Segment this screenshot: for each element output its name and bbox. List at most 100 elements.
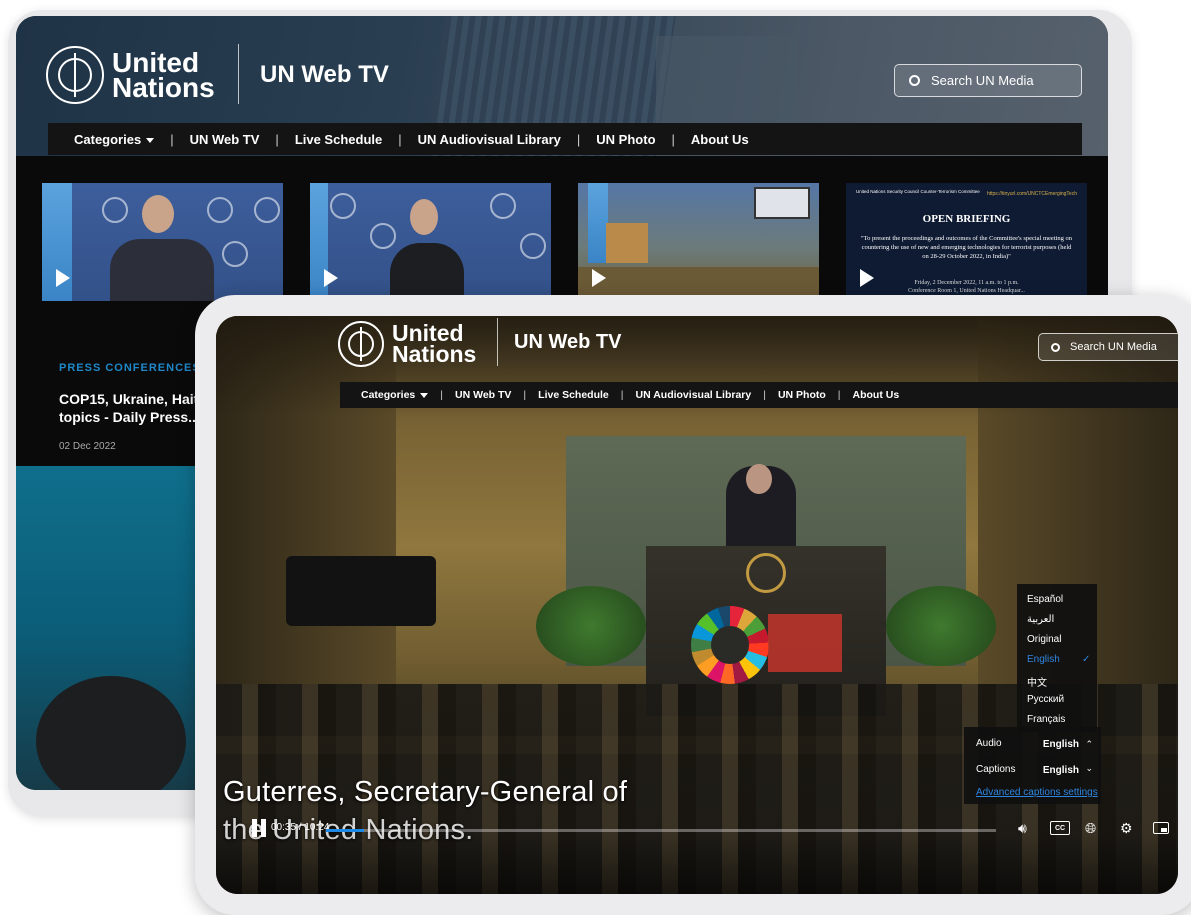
nav-separator: | [440,389,444,401]
settings-icon[interactable]: ⚙ [1120,820,1133,836]
nav-item-un-web-tv[interactable]: UN Web TV [190,132,260,147]
search-placeholder: Search UN Media [1070,341,1157,353]
card-category[interactable]: PRESS CONFERENCES [59,362,201,374]
video-thumbnail[interactable] [578,183,819,301]
captions-select[interactable]: English [1043,765,1079,776]
pause-button[interactable] [252,819,268,837]
briefing-text: "To present the proceedings and outcomes… [860,235,1073,260]
main-nav: Categories | UN Web TV | Live Schedule |… [340,382,1178,408]
play-icon[interactable] [324,269,338,287]
un-logo[interactable]: United Nations [46,46,215,104]
card-date: 02 Dec 2022 [59,441,116,452]
nav-item-about-us[interactable]: About Us [853,389,900,401]
lectern [606,223,648,263]
captions-label: Captions [976,764,1016,775]
nav-separator: | [275,131,279,147]
audio-select[interactable]: English [1043,739,1079,750]
nav-item-audiovisual-library[interactable]: UN Audiovisual Library [636,389,752,401]
un-seal-icon [490,193,516,219]
briefing-url: https://tinyurl.com/UNCTCEmergingTech [986,191,1077,197]
video-thumbnail-row: United Nations Security Council Counter-… [42,183,1102,301]
briefing-date: Friday, 2 December 2022, 11 a.m. to 1 p.… [858,279,1075,295]
speaker-head [746,464,772,494]
play-icon[interactable] [592,269,606,287]
nav-categories-label: Categories [74,131,142,147]
pip-icon[interactable] [1153,822,1169,834]
advanced-captions-link[interactable]: Advanced captions settings [976,787,1098,798]
nav-separator: | [763,389,766,401]
speaker-head [142,195,174,233]
nav-item-live-schedule[interactable]: Live Schedule [295,132,382,147]
un-flag [588,183,608,263]
nav-separator: | [576,131,581,147]
caption-line-1: Guterres, Secretary-General of [223,776,628,808]
un-seal-icon [370,223,396,249]
search-input[interactable]: Search UN Media [894,64,1082,97]
video-thumbnail[interactable] [42,183,283,301]
chevron-up-icon[interactable]: ⌃ [1085,739,1093,750]
pause-icon [261,819,266,837]
nav-item-un-web-tv[interactable]: UN Web TV [455,389,511,401]
video-screen [754,187,810,219]
un-seal-icon [102,197,128,223]
nav-item-un-photo[interactable]: UN Photo [596,132,655,147]
cc-icon[interactable]: CC [1050,821,1070,835]
un-seal-icon [222,241,248,267]
search-input[interactable]: Search UN Media [1038,333,1178,361]
logo-divider [238,44,239,104]
globe-icon[interactable]: 🌐︎ [1085,820,1096,836]
language-option-original[interactable]: Original [1027,634,1061,645]
progress-fill [326,829,364,832]
audio-label: Audio [976,738,1002,749]
language-option-french[interactable]: Français [1027,714,1065,725]
site-title[interactable]: UN Web TV [260,61,389,89]
speaker-figure [390,243,464,301]
video-thumbnail[interactable]: United Nations Security Council Counter-… [846,183,1087,301]
un-seal-icon [520,233,546,259]
chevron-down-icon[interactable]: ⌄ [1085,763,1093,774]
un-wordmark-line2: Nations [392,341,477,367]
player-controls-bar [216,834,1178,894]
un-seal-icon [330,193,356,219]
nav-separator: | [398,131,402,147]
progress-bar[interactable] [326,829,996,832]
un-wordmark: United Nations [112,48,215,103]
un-emblem-icon [338,321,384,367]
un-wordmark-line2: Nations [112,72,215,103]
video-thumbnail[interactable] [310,183,551,301]
nav-item-un-photo[interactable]: UN Photo [778,389,826,401]
briefing-header: United Nations Security Council Counter-… [856,189,980,194]
language-option-arabic[interactable]: العربية [1027,614,1054,625]
language-option-spanish[interactable]: Español [1027,594,1063,605]
nav-item-audiovisual-library[interactable]: UN Audiovisual Library [418,132,561,147]
chevron-down-icon [420,392,429,398]
nav-categories[interactable]: Categories [74,131,155,147]
nav-separator: | [837,389,841,401]
play-icon[interactable] [56,269,70,287]
video-player[interactable]: United Nations UN Web TV Search UN Media… [216,316,1178,894]
audio-captions-menu: Audio English ⌃ Captions English ⌄ Advan… [964,727,1101,804]
pause-icon [252,819,257,837]
un-emblem-icon [746,553,786,593]
briefing-date-line2: Conference Room 1, United Nations Headqu… [908,288,1025,295]
briefing-title: OPEN BRIEFING [922,213,1011,225]
site-title[interactable]: UN Web TV [514,331,621,354]
nav-item-live-schedule[interactable]: Live Schedule [538,389,609,401]
plant [886,586,996,666]
volume-icon[interactable]: 🔊︎ [1018,820,1027,836]
nav-separator: | [170,131,174,147]
language-option-chinese[interactable]: 中文 [1027,674,1047,689]
main-nav: Categories | UN Web TV | Live Schedule |… [48,123,1082,155]
un-seal-icon [207,197,233,223]
language-menu: Español العربية Original English ✓ 中文 Ру… [1017,584,1097,732]
nav-categories[interactable]: Categories [361,389,429,401]
time-display: 00:35 / 10:24 [271,822,330,833]
nav-item-about-us[interactable]: About Us [691,132,749,147]
un-logo[interactable]: United Nations [338,321,476,367]
speaker-head [410,199,438,235]
language-option-english[interactable]: English [1027,654,1060,665]
search-placeholder: Search UN Media [931,73,1034,88]
chevron-down-icon [146,137,155,143]
language-option-russian[interactable]: Русский [1027,694,1064,705]
play-icon[interactable] [860,269,874,287]
